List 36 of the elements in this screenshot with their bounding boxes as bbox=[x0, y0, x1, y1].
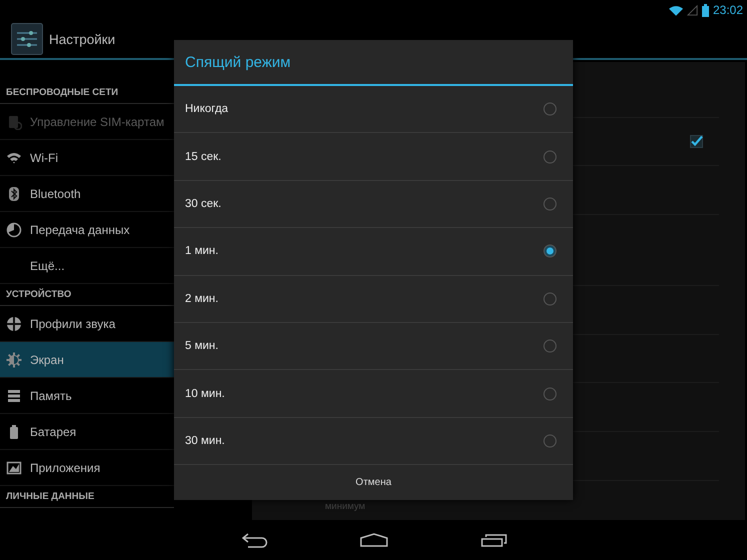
category-icon bbox=[6, 352, 22, 368]
settings-category[interactable]: Экран bbox=[0, 342, 174, 378]
category-icon bbox=[6, 460, 22, 476]
dialog-title: Спящий режим bbox=[174, 40, 573, 86]
app-title: Настройки bbox=[49, 32, 116, 46]
status-time: 23:02 bbox=[712, 3, 743, 17]
timeout-option[interactable]: 2 мин. bbox=[174, 276, 573, 323]
radio-button[interactable] bbox=[543, 244, 557, 258]
radio-button[interactable] bbox=[543, 292, 557, 306]
timeout-option[interactable]: 30 сек. bbox=[174, 180, 573, 228]
timeout-option[interactable]: 15 сек. bbox=[174, 133, 573, 181]
radio-button[interactable] bbox=[543, 196, 557, 211]
radio-button[interactable] bbox=[543, 434, 557, 448]
category-icon bbox=[6, 388, 22, 404]
radio-button[interactable] bbox=[543, 102, 557, 116]
wifi-icon bbox=[668, 4, 683, 16]
checkbox[interactable] bbox=[690, 135, 703, 148]
settings-app-icon[interactable] bbox=[11, 23, 43, 55]
category-icon bbox=[6, 186, 22, 202]
radio-button[interactable] bbox=[543, 339, 557, 354]
radio-button[interactable] bbox=[543, 386, 557, 401]
category-icon bbox=[6, 316, 22, 332]
timeout-option[interactable]: 10 мин. bbox=[174, 370, 573, 418]
timeout-option[interactable]: Никогда bbox=[174, 86, 573, 134]
recent-apps-icon[interactable] bbox=[481, 533, 507, 547]
radio-button[interactable] bbox=[543, 150, 557, 164]
category-icon bbox=[6, 114, 22, 130]
cancel-button[interactable]: Отмена bbox=[174, 465, 573, 500]
battery-icon bbox=[702, 4, 709, 16]
back-icon[interactable] bbox=[242, 532, 268, 548]
section-header: ЛИЧНЫЕ ДАННЫЕ bbox=[0, 486, 174, 508]
category-icon bbox=[6, 222, 22, 238]
timeout-option[interactable]: 5 мин. bbox=[174, 322, 573, 370]
home-icon[interactable] bbox=[360, 533, 388, 547]
timeout-option[interactable]: 1 мин. bbox=[174, 228, 573, 276]
signal-icon bbox=[686, 4, 698, 16]
